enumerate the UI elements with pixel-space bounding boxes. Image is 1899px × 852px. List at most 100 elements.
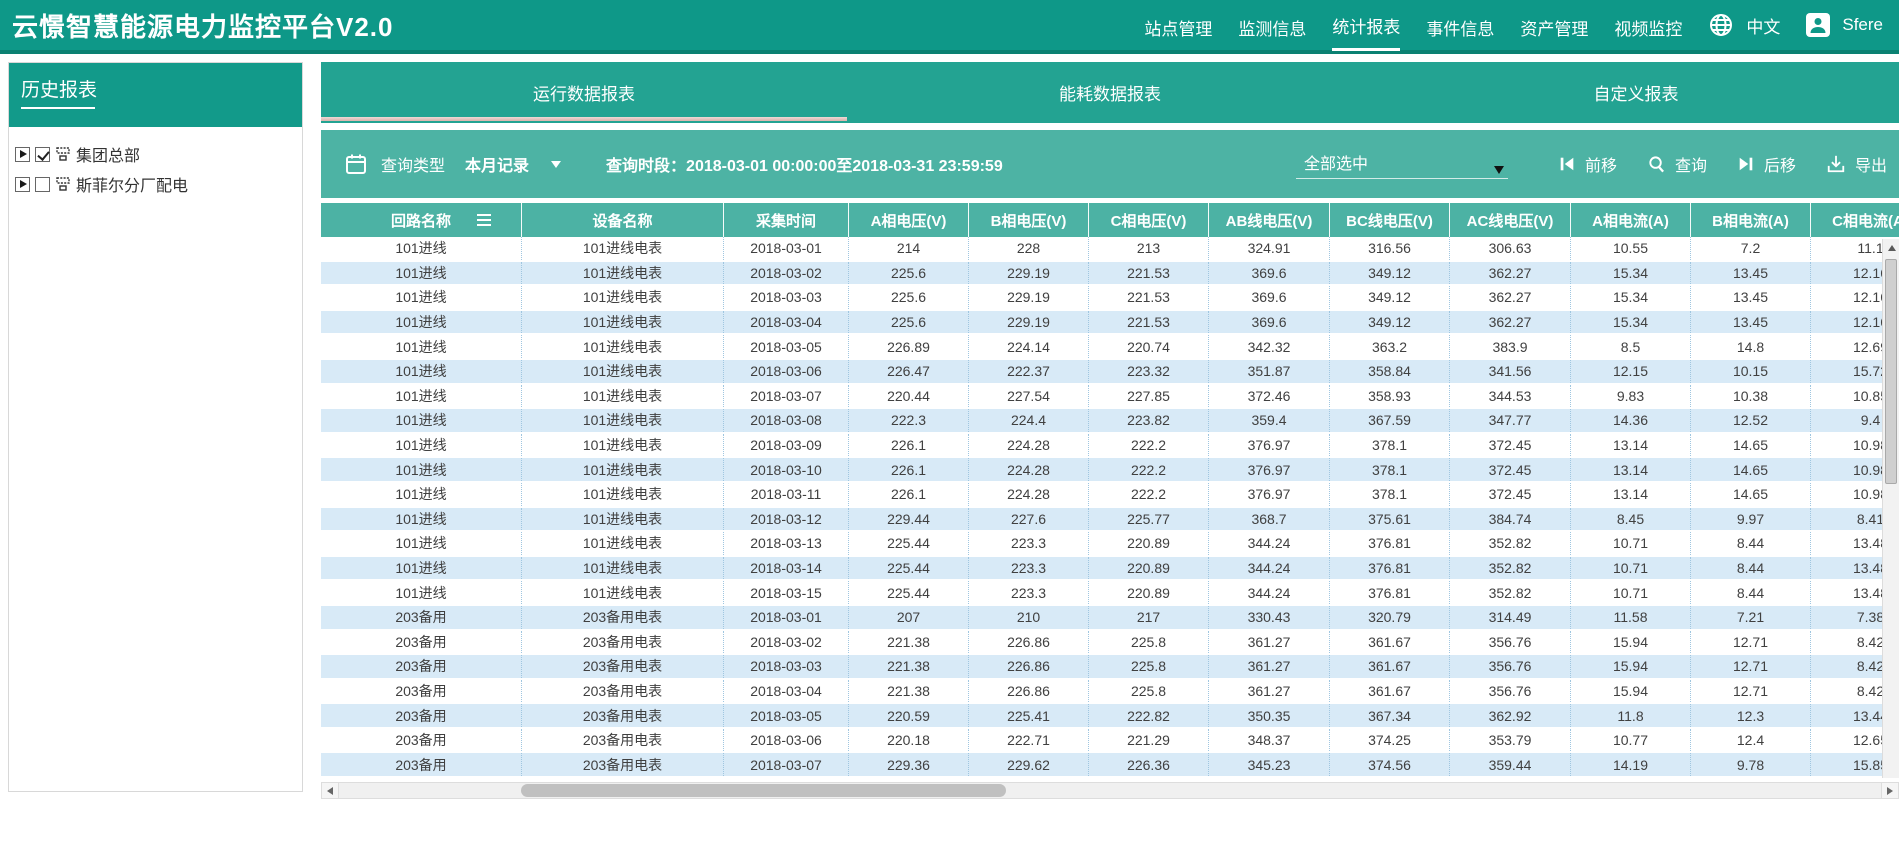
nav-item-0[interactable]: 站点管理 bbox=[1144, 1, 1212, 50]
arrow-right-icon bbox=[1887, 787, 1893, 795]
table-cell: 101进线 bbox=[321, 557, 522, 580]
table-cell: 101进线 bbox=[321, 434, 522, 457]
table-cell: 384.74 bbox=[1450, 508, 1571, 531]
table-cell: 226.1 bbox=[849, 458, 969, 481]
table-cell: 352.82 bbox=[1450, 557, 1571, 580]
table-cell: 316.56 bbox=[1330, 237, 1450, 260]
language-switcher[interactable]: 中文 bbox=[1708, 12, 1780, 38]
table-row: 101进线101进线电表2018-03-02225.6229.19221.533… bbox=[321, 262, 1899, 287]
table-row: 101进线101进线电表2018-03-12229.44227.6225.773… bbox=[321, 508, 1899, 533]
table-cell: 7.2 bbox=[1691, 237, 1811, 260]
tab-1[interactable]: 能耗数据报表 bbox=[847, 62, 1373, 123]
nav-item-1[interactable]: 监测信息 bbox=[1238, 1, 1306, 50]
username-label[interactable]: Sfere bbox=[1842, 15, 1883, 35]
prev-button[interactable]: 前移 bbox=[1558, 152, 1617, 176]
table-cell: 222.2 bbox=[1089, 458, 1209, 481]
table-row: 203备用203备用电表2018-03-01207210217330.43320… bbox=[321, 606, 1899, 631]
vertical-scrollbar[interactable] bbox=[1882, 239, 1899, 778]
table-cell: 225.8 bbox=[1089, 631, 1209, 654]
table-cell: 203备用 bbox=[321, 631, 522, 654]
table-cell: 225.41 bbox=[969, 704, 1089, 727]
user-menu[interactable]: Sfere bbox=[1806, 13, 1883, 37]
table-cell: 13.45 bbox=[1691, 262, 1811, 285]
table-cell: 203备用 bbox=[321, 680, 522, 703]
table-cell: 101进线电表 bbox=[522, 409, 724, 432]
query-type-caret-icon[interactable] bbox=[551, 161, 561, 168]
tree-item[interactable]: 集团总部 bbox=[15, 139, 296, 169]
table-cell: 341.56 bbox=[1450, 360, 1571, 383]
query-type-value[interactable]: 本月记录 bbox=[465, 152, 529, 176]
table-cell: 9.97 bbox=[1691, 508, 1811, 531]
table-cell: 220.18 bbox=[849, 729, 969, 752]
expand-arrow-icon[interactable] bbox=[15, 177, 30, 192]
tree-checkbox[interactable] bbox=[35, 147, 50, 162]
tree-item[interactable]: 斯菲尔分厂配电 bbox=[15, 169, 296, 199]
table-cell: 376.81 bbox=[1330, 581, 1450, 604]
column-menu-icon[interactable] bbox=[477, 219, 491, 221]
tree-item-label[interactable]: 斯菲尔分厂配电 bbox=[76, 172, 188, 196]
export-button[interactable]: 导出 bbox=[1826, 152, 1887, 176]
scroll-left-button[interactable] bbox=[322, 783, 339, 798]
vertical-scrollbar-thumb[interactable] bbox=[1885, 259, 1897, 484]
table-cell: 222.2 bbox=[1089, 483, 1209, 506]
nav-item-5[interactable]: 视频监控 bbox=[1614, 1, 1682, 50]
table-cell: 372.46 bbox=[1209, 385, 1330, 408]
table-cell: 15.34 bbox=[1571, 311, 1691, 334]
scroll-right-button[interactable] bbox=[1881, 783, 1898, 798]
table-cell: 359.4 bbox=[1209, 409, 1330, 432]
table-cell: 223.3 bbox=[969, 532, 1089, 555]
search-button-label: 查询 bbox=[1675, 152, 1707, 176]
table-cell: 225.6 bbox=[849, 311, 969, 334]
next-button[interactable]: 后移 bbox=[1737, 152, 1796, 176]
table-cell: 227.54 bbox=[969, 385, 1089, 408]
table-cell: 361.67 bbox=[1330, 655, 1450, 678]
search-button[interactable]: 查询 bbox=[1647, 152, 1707, 176]
table-cell: 203备用电表 bbox=[522, 753, 724, 776]
nav-item-3[interactable]: 事件信息 bbox=[1426, 1, 1494, 50]
column-header: B相电压(V) bbox=[969, 203, 1089, 237]
column-header: A相电压(V) bbox=[849, 203, 969, 237]
scroll-up-button[interactable] bbox=[1883, 239, 1899, 256]
table-cell: 2018-03-06 bbox=[724, 360, 849, 383]
table-cell: 222.37 bbox=[969, 360, 1089, 383]
table-cell: 101进线 bbox=[321, 360, 522, 383]
table-row: 101进线101进线电表2018-03-06226.47222.37223.32… bbox=[321, 360, 1899, 385]
table-cell: 221.38 bbox=[849, 655, 969, 678]
tab-0[interactable]: 运行数据报表 bbox=[321, 62, 847, 123]
table-cell: 361.27 bbox=[1209, 680, 1330, 703]
table-cell: 214 bbox=[849, 237, 969, 260]
table-cell: 203备用电表 bbox=[522, 704, 724, 727]
table-cell: 226.86 bbox=[969, 655, 1089, 678]
table-row: 203备用203备用电表2018-03-06220.18222.71221.29… bbox=[321, 729, 1899, 754]
nav-item-2[interactable]: 统计报表 bbox=[1332, 0, 1400, 51]
select-all-value: 全部选中 bbox=[1304, 150, 1368, 174]
table-row: 203备用203备用电表2018-03-04221.38226.86225.83… bbox=[321, 680, 1899, 705]
table-cell: 12.15 bbox=[1571, 360, 1691, 383]
table-cell: 224.28 bbox=[969, 458, 1089, 481]
table-cell: 222.3 bbox=[849, 409, 969, 432]
table-cell: 11.58 bbox=[1571, 606, 1691, 629]
app-title: 云憬智慧能源电力监控平台V2.0 bbox=[12, 7, 394, 44]
query-type-label: 查询类型 bbox=[381, 152, 445, 176]
table-cell: 347.77 bbox=[1450, 409, 1571, 432]
tab-2[interactable]: 自定义报表 bbox=[1373, 62, 1899, 123]
horizontal-scrollbar-thumb[interactable] bbox=[521, 784, 1006, 797]
table-cell: 224.28 bbox=[969, 483, 1089, 506]
table-cell: 222.71 bbox=[969, 729, 1089, 752]
table-cell: 344.24 bbox=[1209, 581, 1330, 604]
tree-item-label[interactable]: 集团总部 bbox=[76, 142, 140, 166]
table-cell: 349.12 bbox=[1330, 262, 1450, 285]
expand-arrow-icon[interactable] bbox=[15, 147, 30, 162]
table-cell: 376.97 bbox=[1209, 434, 1330, 457]
export-button-label: 导出 bbox=[1855, 152, 1887, 176]
table-cell: 351.87 bbox=[1209, 360, 1330, 383]
table-cell: 358.84 bbox=[1330, 360, 1450, 383]
tree-checkbox[interactable] bbox=[35, 177, 50, 192]
horizontal-scrollbar[interactable] bbox=[321, 782, 1899, 799]
nav-item-4[interactable]: 资产管理 bbox=[1520, 1, 1588, 50]
select-all-dropdown[interactable]: 全部选中 bbox=[1296, 150, 1508, 179]
table-cell: 229.62 bbox=[969, 753, 1089, 776]
language-label[interactable]: 中文 bbox=[1746, 13, 1780, 38]
table-cell: 2018-03-15 bbox=[724, 581, 849, 604]
table-cell: 344.24 bbox=[1209, 532, 1330, 555]
